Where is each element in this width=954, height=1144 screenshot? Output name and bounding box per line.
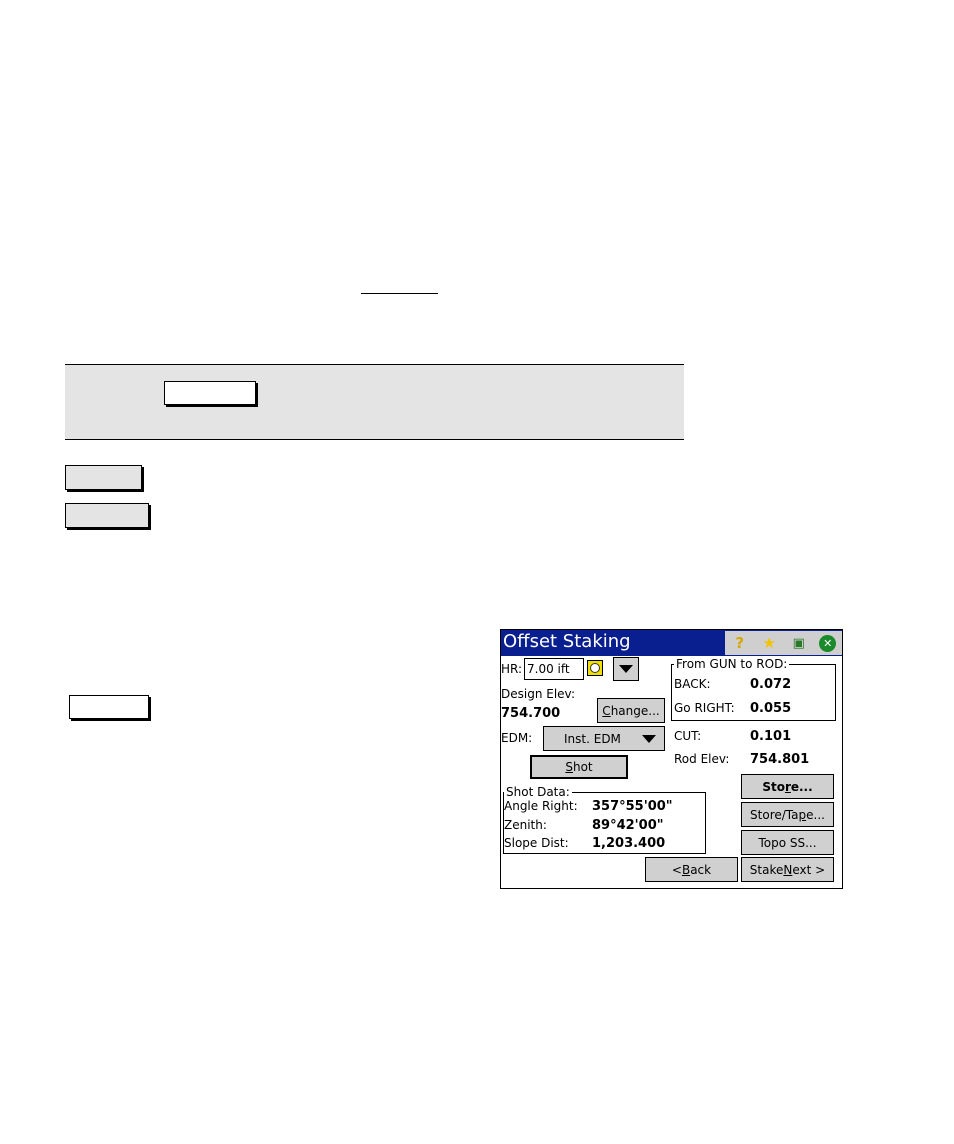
back-value: 0.072: [750, 677, 792, 692]
hr-dropdown-button[interactable]: [613, 657, 639, 681]
rod-elev-label: Rod Elev:: [674, 752, 730, 766]
stake-next-button[interactable]: Stake Next >: [741, 857, 834, 882]
edm-label: EDM:: [501, 731, 533, 745]
favorites-star-icon[interactable]: ★: [760, 634, 778, 652]
rod-elev-value: 754.801: [750, 752, 810, 767]
keycap-key-3: [65, 503, 149, 528]
window-title: Offset Staking: [503, 631, 631, 652]
keycap-key-1: [164, 381, 256, 405]
store-button[interactable]: Sto r e...: [741, 774, 834, 799]
keycap-key-4: [69, 695, 149, 719]
title-bar: Offset Staking ? ★ ▣ ✕: [501, 630, 842, 656]
gun-to-rod-group: From GUN to ROD: BACK: 0.072 Go RIGHT: 0…: [671, 657, 836, 721]
shot-data-legend: Shot Data:: [504, 785, 572, 799]
hr-label: HR:: [501, 662, 523, 676]
zenith-value: 89°42'00": [592, 818, 664, 833]
slope-dist-value: 1,203.400: [592, 836, 666, 851]
note-band: [65, 364, 684, 440]
help-icon[interactable]: ?: [731, 634, 749, 652]
shot-data-group: Shot Data: Angle Right: 357°55'00" Zenit…: [503, 785, 706, 854]
topo-ss-button[interactable]: Topo SS...: [741, 830, 834, 855]
go-right-label: Go RIGHT:: [674, 701, 735, 715]
clipboard-check-icon[interactable]: ▣: [790, 634, 808, 652]
store-tape-button[interactable]: Store/Ta p e...: [741, 802, 834, 827]
back-label: BACK:: [674, 677, 711, 691]
cut-value: 0.101: [750, 729, 792, 744]
edm-select[interactable]: Inst. EDM: [543, 726, 665, 751]
title-icons: ? ★ ▣ ✕: [725, 631, 842, 655]
back-button[interactable]: < Back: [645, 857, 738, 882]
chevron-down-icon: [619, 665, 633, 673]
chevron-down-icon: [642, 734, 656, 743]
shot-button[interactable]: Shot: [530, 755, 628, 779]
keycap-key-2: [65, 465, 142, 490]
target-icon[interactable]: [587, 660, 603, 676]
hr-input[interactable]: 7.00 ift: [524, 658, 584, 680]
design-elev-value: 754.700: [501, 706, 561, 721]
go-right-value: 0.055: [750, 701, 792, 716]
close-icon[interactable]: ✕: [819, 634, 837, 652]
change-button[interactable]: Change...: [597, 698, 665, 723]
cut-label: CUT:: [674, 729, 702, 743]
slope-dist-label: Slope Dist:: [504, 836, 569, 850]
zenith-label: Zenith:: [504, 818, 547, 832]
angle-right-label: Angle Right:: [504, 799, 578, 813]
gun-to-rod-legend: From GUN to ROD:: [674, 657, 790, 671]
design-elev-label: Design Elev:: [501, 687, 576, 701]
underline-rule: [361, 293, 438, 294]
offset-staking-screen: Offset Staking ? ★ ▣ ✕ HR: 7.00 ift Desi…: [500, 629, 843, 889]
angle-right-value: 357°55'00": [592, 799, 673, 814]
